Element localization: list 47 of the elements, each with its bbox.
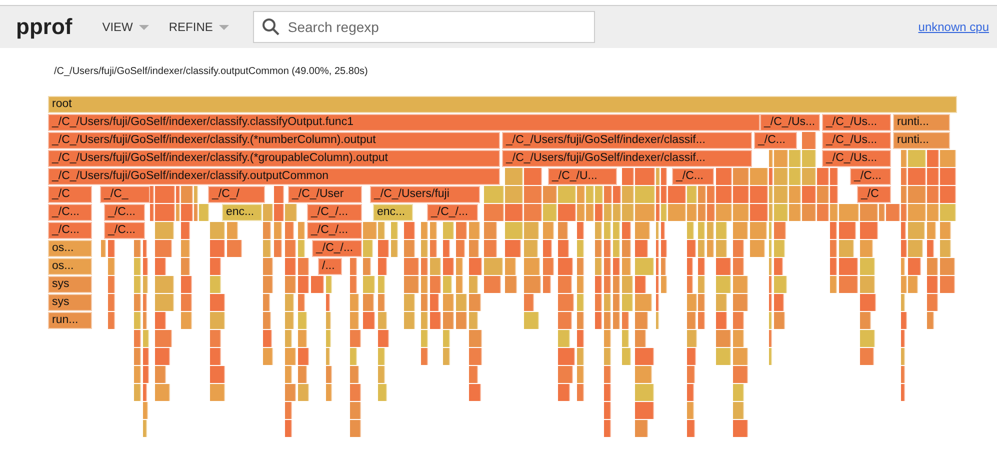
flame-frame[interactable]: _/C... [48, 204, 92, 221]
flame-frame[interactable]: /... [318, 258, 342, 275]
caret-icon [218, 24, 229, 30]
flame-frame[interactable]: os... [48, 258, 92, 275]
flame-frame[interactable]: _/C_/Us... [760, 114, 820, 131]
profile-link[interactable]: unknown cpu [918, 20, 989, 34]
flame-frame[interactable]: _/C_/Users/fuji/GoSelf/indexer/classify.outputCommon [48, 168, 500, 185]
flame-frame[interactable]: _/C_/ [208, 186, 265, 203]
flame-frame[interactable]: _/C [48, 186, 92, 203]
flame-frame[interactable]: _/C... [672, 168, 714, 185]
flame-frame[interactable]: _/C_ [100, 186, 150, 203]
flame-frame[interactable]: sys [48, 276, 92, 293]
search-field[interactable]: Search regexp [252, 11, 595, 43]
flame-frame[interactable]: runti... [893, 114, 950, 131]
flame-frame[interactable]: _/C... [104, 222, 145, 239]
flame-frame[interactable]: enc... [222, 204, 262, 221]
flame-frame[interactable]: sys [48, 294, 92, 311]
flame-frame[interactable]: _/C_/Us... [822, 150, 891, 167]
flame-frame[interactable]: _/C_/... [312, 240, 362, 257]
logo: pprof [16, 14, 72, 40]
flame-frame[interactable]: _/C_/Us... [822, 114, 891, 131]
flame-frame[interactable]: _/C_/Users/fuji/GoSelf/indexer/classify.(*groupableColumn).output [48, 150, 500, 167]
flame-frame[interactable]: _/C... [754, 132, 797, 149]
flame-frame[interactable]: _/C... [104, 204, 145, 221]
flame-frame[interactable]: _/C... [850, 168, 891, 185]
caret-icon [138, 24, 149, 30]
flame-frame[interactable]: _/C_/Us... [822, 132, 891, 149]
menu-button[interactable]: REFINE [162, 16, 235, 38]
flame-frame[interactable]: _/C_/... [307, 204, 362, 221]
flame-frame[interactable]: _/C_/Users/fuji/GoSelf/indexer/classif... [502, 132, 752, 149]
flame-frame[interactable]: _/C_/... [427, 204, 478, 221]
flame-frame[interactable]: _/C_/Users/fuji/GoSelf/indexer/classify.(*numberColumn).output [48, 132, 500, 149]
flame-frame[interactable]: _/C_/Users/fuji [370, 186, 480, 203]
menu-button[interactable]: VIEW [96, 16, 155, 38]
flame-frame[interactable]: enc... [373, 204, 413, 221]
flame-frame[interactable]: _/C_/User [288, 186, 362, 203]
flame-frame[interactable]: _/C [857, 186, 891, 203]
flame-frame[interactable]: _/C_/Users/fuji/GoSelf/indexer/classif... [502, 150, 752, 167]
flame-frame[interactable]: _/C_/U... [548, 168, 617, 185]
flame-frame[interactable]: os... [48, 240, 92, 257]
flame-frame[interactable]: _/C_/... [307, 222, 362, 239]
flame-frame[interactable]: runti... [893, 132, 950, 149]
flame-frame[interactable]: run... [48, 312, 92, 329]
flame-frame[interactable]: root [48, 96, 957, 113]
flame-frame[interactable]: _/C... [48, 222, 92, 239]
flame-frame[interactable]: _/C_/Users/fuji/GoSelf/indexer/classify.classifyOutput.func1 [48, 114, 760, 131]
details-text: /C_/Users/fuji/GoSelf/indexer/classify.outputCommon (49.00%, 25.80s) [53, 65, 369, 79]
